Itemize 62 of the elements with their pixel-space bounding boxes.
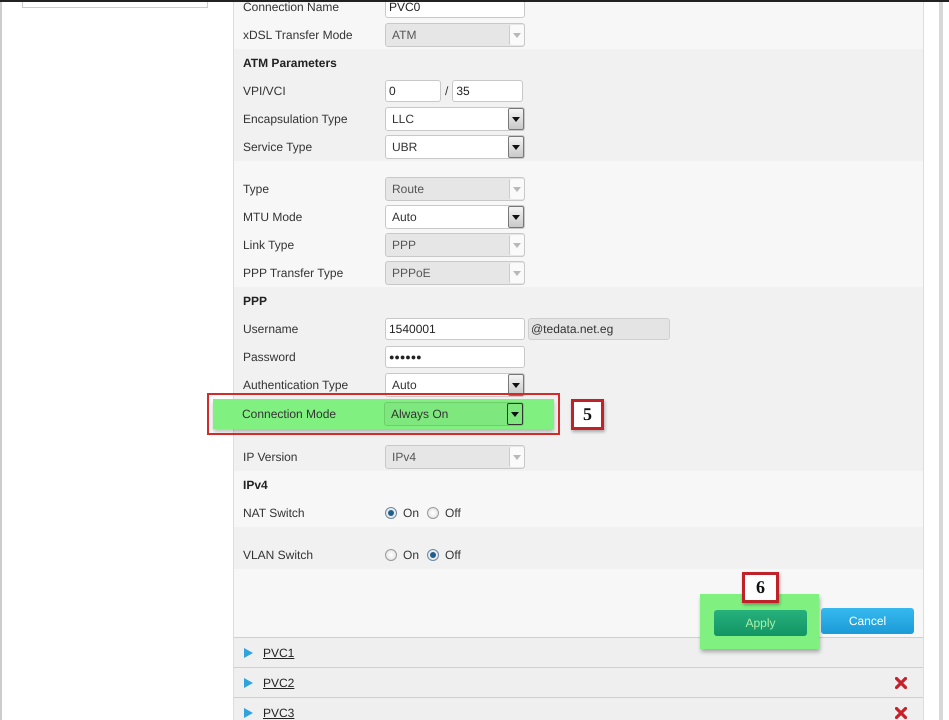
step-callout: 5 (571, 399, 604, 430)
caret-icon (508, 374, 524, 396)
pvc-row[interactable]: PVC1 (234, 638, 923, 668)
field-label: VLAN Switch (243, 548, 314, 562)
caret-icon (509, 179, 524, 199)
radio-label: Off (445, 548, 461, 562)
radio-button[interactable] (427, 507, 440, 519)
radio-button[interactable] (385, 549, 397, 561)
pvc-row[interactable]: PVC2 (234, 668, 923, 698)
caret-icon (509, 25, 524, 45)
field-label: Connection Mode (242, 407, 338, 421)
pvc-link[interactable]: PVC3 (263, 706, 895, 720)
expand-icon[interactable] (244, 648, 253, 658)
caret-icon (509, 235, 524, 255)
separator: / (445, 84, 448, 98)
radio-label: On (403, 548, 420, 562)
dropdown[interactable]: Auto (385, 373, 525, 397)
field-label: Service Type (243, 140, 314, 154)
field-label: IP Version (243, 450, 298, 464)
delete-icon[interactable] (895, 676, 907, 688)
step-callout: 6 (742, 572, 779, 602)
pvc-link[interactable]: PVC2 (263, 676, 895, 690)
domain-suffix: @tedata.net.eg (528, 318, 670, 340)
dropdown[interactable]: Auto (385, 205, 525, 229)
caret-icon (509, 447, 524, 467)
field-label: PPP Transfer Type (243, 266, 344, 280)
expand-icon[interactable] (244, 678, 253, 688)
dropdown[interactable]: Always On (384, 402, 524, 426)
delete-icon[interactable] (895, 706, 907, 718)
radio-button[interactable] (427, 549, 440, 561)
field-label: Connection Name (243, 2, 340, 14)
input-field[interactable]: 0 (385, 80, 441, 102)
caret-icon (508, 206, 524, 228)
field-label: VPI/VCI (243, 84, 287, 98)
input-field[interactable]: 1540001 (385, 318, 525, 340)
input-field[interactable]: PVC0 (385, 2, 525, 18)
caret-icon (508, 108, 524, 130)
field-label: Encapsulation Type (243, 112, 349, 126)
field-label: Authentication Type (243, 378, 350, 392)
section-heading: IPv4 (242, 477, 269, 494)
radio-label: Off (445, 506, 461, 520)
field-label: MTU Mode (243, 210, 304, 224)
field-label: Link Type (243, 238, 296, 252)
caret-icon (508, 136, 524, 158)
input-field[interactable]: 35 (452, 80, 524, 102)
field-label: Password (243, 350, 297, 364)
radio-label: On (403, 506, 420, 520)
field-label: Username (243, 322, 300, 336)
dropdown[interactable]: LLC (385, 107, 525, 131)
radio-button[interactable] (385, 507, 397, 519)
caret-icon (509, 263, 524, 283)
password-field[interactable]: ●●●●●● (385, 346, 525, 368)
field-label: Type (243, 182, 270, 196)
expand-icon[interactable] (244, 708, 253, 718)
caret-icon (507, 403, 523, 425)
pvc-row[interactable]: PVC3 (234, 698, 923, 720)
field-label: NAT Switch (243, 506, 306, 520)
dropdown[interactable]: UBR (385, 135, 525, 159)
field-label: xDSL Transfer Mode (243, 28, 354, 42)
section-heading: ATM Parameters (242, 55, 338, 72)
pvc-link[interactable]: PVC1 (263, 646, 907, 660)
section-heading: PPP (242, 293, 268, 310)
